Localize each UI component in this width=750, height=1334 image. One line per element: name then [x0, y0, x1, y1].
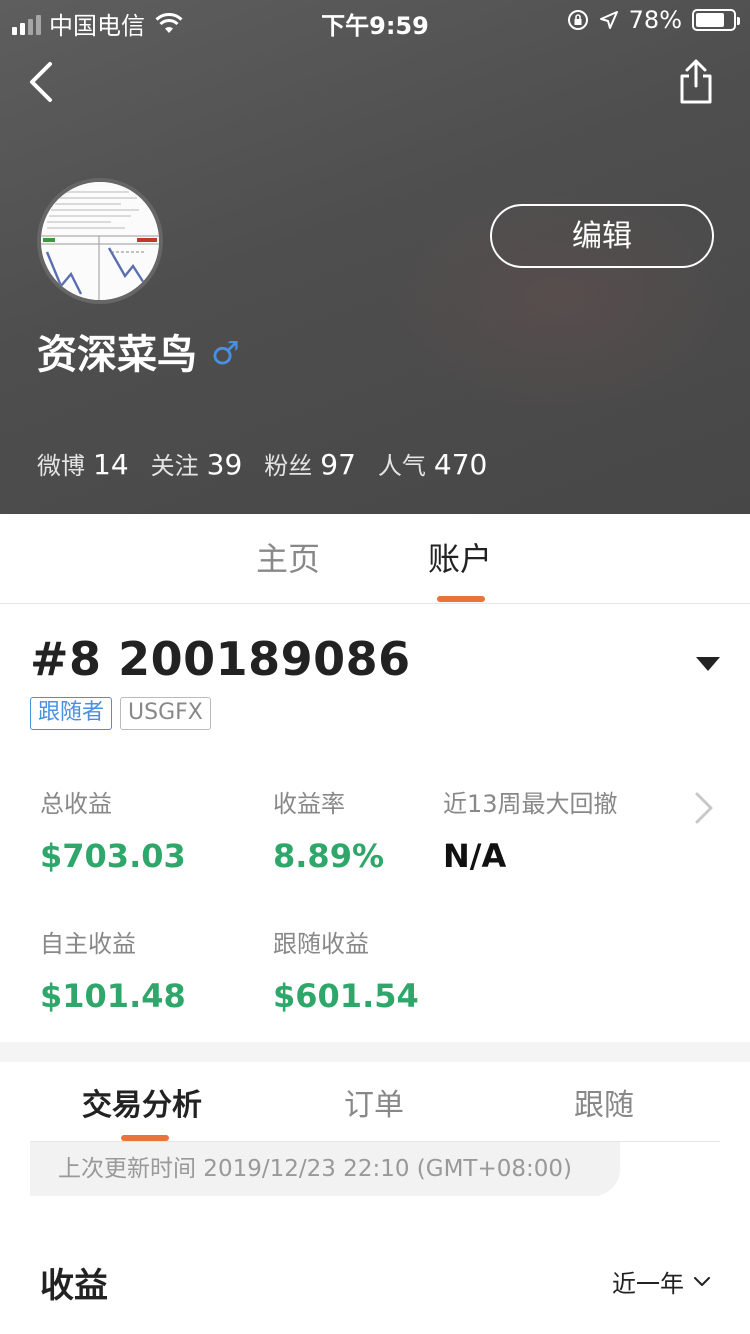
- tab-trade-analysis[interactable]: 交易分析: [82, 1080, 202, 1124]
- follower-tag: 跟随者: [30, 697, 113, 730]
- avatar[interactable]: [37, 178, 163, 304]
- status-right: 78%: [567, 6, 740, 34]
- tab-orders[interactable]: 订单: [344, 1080, 404, 1124]
- last-update-banner-cap: [590, 1142, 620, 1196]
- stat-label: 微博: [37, 452, 85, 480]
- period-select[interactable]: 近一年: [612, 1264, 710, 1299]
- stat-label: 人气: [377, 452, 426, 480]
- stat-value: 97: [320, 448, 356, 481]
- avatar-chart-image: [41, 182, 159, 300]
- metric-self-profit: 自主收益 $101.48: [40, 924, 186, 1015]
- metric-follow-profit: 跟随收益 $601.54: [273, 924, 419, 1015]
- account-id: #8 200189086: [30, 632, 411, 686]
- chevron-down-icon: [694, 1276, 710, 1286]
- battery-icon: [692, 9, 740, 31]
- metric-label: 自主收益: [40, 930, 136, 958]
- analysis-tab-bar: 交易分析 订单 跟随: [30, 1062, 720, 1142]
- stat-value: 14: [93, 448, 129, 481]
- active-tab-indicator: [437, 596, 485, 602]
- chevron-right-icon[interactable]: [692, 790, 716, 826]
- metric-return-rate: 收益率 8.89%: [273, 784, 384, 875]
- profile-stats: 微博 14 关注 39 粉丝 97 人气 470: [37, 446, 509, 481]
- stat-following[interactable]: 关注 39: [151, 446, 243, 481]
- active-subtab-indicator: [121, 1135, 169, 1141]
- status-bar: 中国电信 下午9:59 78%: [0, 0, 750, 40]
- username-row: 资深菜鸟 ♂: [37, 322, 240, 380]
- tab-account[interactable]: 账户: [428, 534, 492, 584]
- metric-value: N/A: [443, 837, 507, 875]
- tab-home[interactable]: 主页: [256, 534, 320, 584]
- period-select-label: 近一年: [612, 1270, 684, 1298]
- tab-following[interactable]: 跟随: [574, 1080, 634, 1124]
- metric-value: $101.48: [40, 977, 186, 1015]
- stat-label: 关注: [150, 452, 199, 480]
- stat-value: 470: [433, 448, 488, 481]
- earnings-section-title: 收益: [40, 1266, 108, 1306]
- last-update-banner: 上次更新时间 2019/12/23 22:10 (GMT+08:00): [30, 1142, 600, 1196]
- stat-label: 粉丝: [264, 452, 313, 480]
- male-gender-icon: ♂: [211, 334, 240, 372]
- metric-value: 8.89%: [273, 837, 385, 875]
- account-dropdown-icon[interactable]: [695, 656, 721, 672]
- stat-followers[interactable]: 粉丝 97: [264, 446, 356, 481]
- account-tags: 跟随者 USGFX: [30, 697, 211, 730]
- metric-value: $703.03: [40, 837, 186, 875]
- share-icon[interactable]: [676, 58, 716, 106]
- stat-popularity: 人气 470: [378, 446, 487, 481]
- metric-label: 近13周最大回撤: [443, 790, 618, 818]
- battery-level: [696, 13, 725, 27]
- metric-label: 跟随收益: [273, 930, 369, 958]
- profile-header: 中国电信 下午9:59 78% 编辑 资深菜鸟 ♂ 微博 14 关注 39 粉丝…: [0, 0, 750, 514]
- metric-label: 总收益: [40, 790, 112, 818]
- stat-posts[interactable]: 微博 14: [37, 446, 129, 481]
- metric-total-profit: 总收益 $703.03: [40, 784, 186, 875]
- edit-profile-button[interactable]: 编辑: [490, 204, 714, 268]
- battery-percent: 78%: [628, 6, 682, 34]
- broker-tag: USGFX: [120, 697, 211, 730]
- rotation-lock-icon: [567, 10, 588, 30]
- stat-value: 39: [206, 448, 243, 481]
- main-tab-bar: 主页 账户: [0, 514, 750, 604]
- location-arrow-icon: [599, 11, 618, 29]
- back-arrow-icon[interactable]: [24, 60, 64, 104]
- username: 资深菜鸟: [37, 332, 197, 378]
- metric-value: $601.54: [273, 977, 419, 1015]
- metric-max-drawdown: 近13周最大回撤 N/A: [443, 784, 618, 875]
- section-divider: [0, 1042, 750, 1062]
- metric-label: 收益率: [273, 790, 345, 818]
